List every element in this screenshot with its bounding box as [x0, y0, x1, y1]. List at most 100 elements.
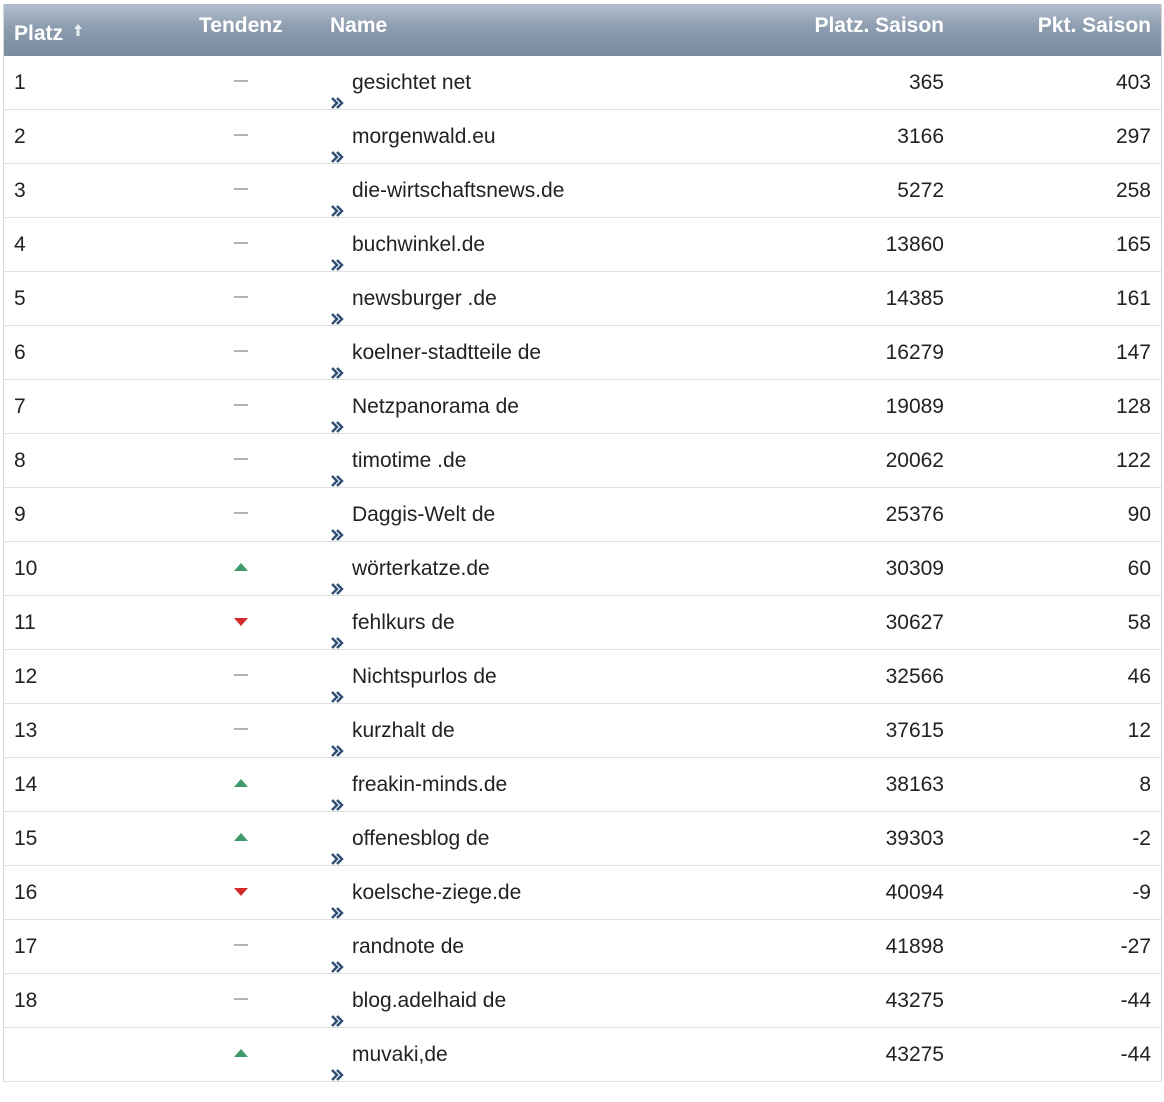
name-cell: randnote de: [330, 920, 464, 974]
trend-cell: [234, 380, 250, 433]
trend-cell: [234, 650, 250, 703]
pkt-saison-cell: 58: [1127, 611, 1151, 634]
trend-cell: [234, 596, 250, 649]
name-cell: offenesblog de: [330, 812, 489, 866]
platz-saison-cell: 13860: [885, 233, 944, 256]
double-chevron-right-icon: [330, 779, 344, 812]
double-chevron-right-icon: [330, 401, 344, 434]
rank-cell: 9: [14, 503, 26, 526]
blog-name-link[interactable]: koelsche-ziege.de: [352, 881, 521, 904]
pkt-saison-cell: 128: [1115, 395, 1151, 418]
double-chevron-right-icon: [330, 617, 344, 650]
trend-cell: [234, 866, 250, 919]
trend-neutral-icon: [234, 944, 248, 946]
platz-saison-cell: 14385: [885, 287, 944, 310]
name-cell: muvaki,de: [330, 1028, 448, 1082]
rank-cell: 10: [14, 557, 38, 580]
trend-neutral-icon: [234, 404, 248, 406]
table-row: 10 wörterkatze.de 30309 60: [4, 542, 1161, 596]
trend-neutral-icon: [234, 998, 248, 1000]
blog-name-link[interactable]: die-wirtschaftsnews.de: [352, 179, 564, 202]
trend-cell: [234, 758, 250, 811]
double-chevron-right-icon: [330, 671, 344, 704]
table-row: 8 timotime .de 20062 122: [4, 434, 1161, 488]
trend-cell: [234, 1028, 250, 1081]
double-chevron-right-icon: [330, 185, 344, 218]
double-chevron-right-icon: [330, 347, 344, 380]
blog-name-link[interactable]: morgenwald.eu: [352, 125, 496, 148]
ranking-table: Platz Tendenz Name Platz. Saison Pkt. Sa…: [3, 4, 1162, 1082]
table-body: 1 gesichtet net 365 403 2 morgenwald.eu 3166 29…: [4, 56, 1161, 1082]
trend-neutral-icon: [234, 134, 248, 136]
rank-cell: 7: [14, 395, 26, 418]
blog-name-link[interactable]: blog.adelhaid de: [352, 989, 506, 1012]
name-cell: gesichtet net: [330, 56, 471, 110]
rank-cell: 14: [14, 773, 38, 796]
table-row: 7 Netzpanorama de 19089 128: [4, 380, 1161, 434]
pkt-saison-cell: -27: [1120, 935, 1151, 958]
blog-name-link[interactable]: Nichtspurlos de: [352, 665, 497, 688]
pkt-saison-cell: 297: [1115, 125, 1151, 148]
pkt-saison-cell: 90: [1127, 503, 1151, 526]
platz-saison-cell: 32566: [885, 665, 944, 688]
trend-neutral-icon: [234, 728, 248, 730]
double-chevron-right-icon: [330, 455, 344, 488]
rank-cell: 16: [14, 881, 38, 904]
platz-saison-cell: 25376: [885, 503, 944, 526]
blog-name-link[interactable]: wörterkatze.de: [352, 557, 490, 580]
rank-cell: 6: [14, 341, 26, 364]
table-row: 16 koelsche-ziege.de 40094 -9: [4, 866, 1161, 920]
blog-name-link[interactable]: randnote de: [352, 935, 464, 958]
rank-cell: 4: [14, 233, 26, 256]
double-chevron-right-icon: [330, 995, 344, 1028]
name-cell: Nichtspurlos de: [330, 650, 497, 704]
blog-name-link[interactable]: newsburger .de: [352, 287, 497, 310]
rank-cell: 15: [14, 827, 38, 850]
column-header-platz-label: Platz: [14, 22, 64, 45]
platz-saison-cell: 43275: [885, 1043, 944, 1066]
blog-name-link[interactable]: offenesblog de: [352, 827, 489, 850]
pkt-saison-cell: 258: [1115, 179, 1151, 202]
double-chevron-right-icon: [330, 509, 344, 542]
pkt-saison-cell: 46: [1127, 665, 1151, 688]
column-header-tendenz[interactable]: Tendenz: [199, 0, 283, 52]
pkt-saison-cell: -2: [1132, 827, 1151, 850]
pkt-saison-cell: 147: [1115, 341, 1151, 364]
table-header: Platz Tendenz Name Platz. Saison Pkt. Sa…: [4, 4, 1161, 56]
pkt-saison-cell: 8: [1139, 773, 1151, 796]
column-header-platz-saison[interactable]: Platz. Saison: [814, 0, 944, 52]
blog-name-link[interactable]: fehlkurs de: [352, 611, 455, 634]
platz-saison-cell: 365: [908, 71, 944, 94]
table-row: 17 randnote de 41898 -27: [4, 920, 1161, 974]
pkt-saison-cell: -9: [1132, 881, 1151, 904]
blog-name-link[interactable]: Netzpanorama de: [352, 395, 519, 418]
trend-down-icon: [234, 888, 248, 896]
table-row: 1 gesichtet net 365 403: [4, 56, 1161, 110]
name-cell: wörterkatze.de: [330, 542, 490, 596]
column-header-pkt-saison[interactable]: Pkt. Saison: [1038, 0, 1151, 52]
name-cell: newsburger .de: [330, 272, 497, 326]
blog-name-link[interactable]: Daggis-Welt de: [352, 503, 495, 526]
trend-up-icon: [234, 563, 248, 571]
blog-name-link[interactable]: freakin-minds.de: [352, 773, 507, 796]
blog-name-link[interactable]: muvaki,de: [352, 1043, 448, 1066]
name-cell: morgenwald.eu: [330, 110, 496, 164]
blog-name-link[interactable]: gesichtet net: [352, 71, 471, 94]
column-header-platz[interactable]: Platz: [14, 8, 83, 60]
blog-name-link[interactable]: kurzhalt de: [352, 719, 455, 742]
blog-name-link[interactable]: buchwinkel.de: [352, 233, 485, 256]
sort-ascending-icon[interactable]: [73, 5, 83, 57]
rank-cell: 2: [14, 125, 26, 148]
column-header-name[interactable]: Name: [330, 0, 387, 52]
pkt-saison-cell: 161: [1115, 287, 1151, 310]
blog-name-link[interactable]: timotime .de: [352, 449, 466, 472]
double-chevron-right-icon: [330, 725, 344, 758]
blog-name-link[interactable]: koelner-stadtteile de: [352, 341, 541, 364]
table-row: 14 freakin-minds.de 38163 8: [4, 758, 1161, 812]
table-row: 13 kurzhalt de 37615 12: [4, 704, 1161, 758]
platz-saison-cell: 38163: [885, 773, 944, 796]
rank-cell: 1: [14, 71, 26, 94]
trend-cell: [234, 326, 250, 379]
platz-saison-cell: 20062: [885, 449, 944, 472]
name-cell: fehlkurs de: [330, 596, 455, 650]
